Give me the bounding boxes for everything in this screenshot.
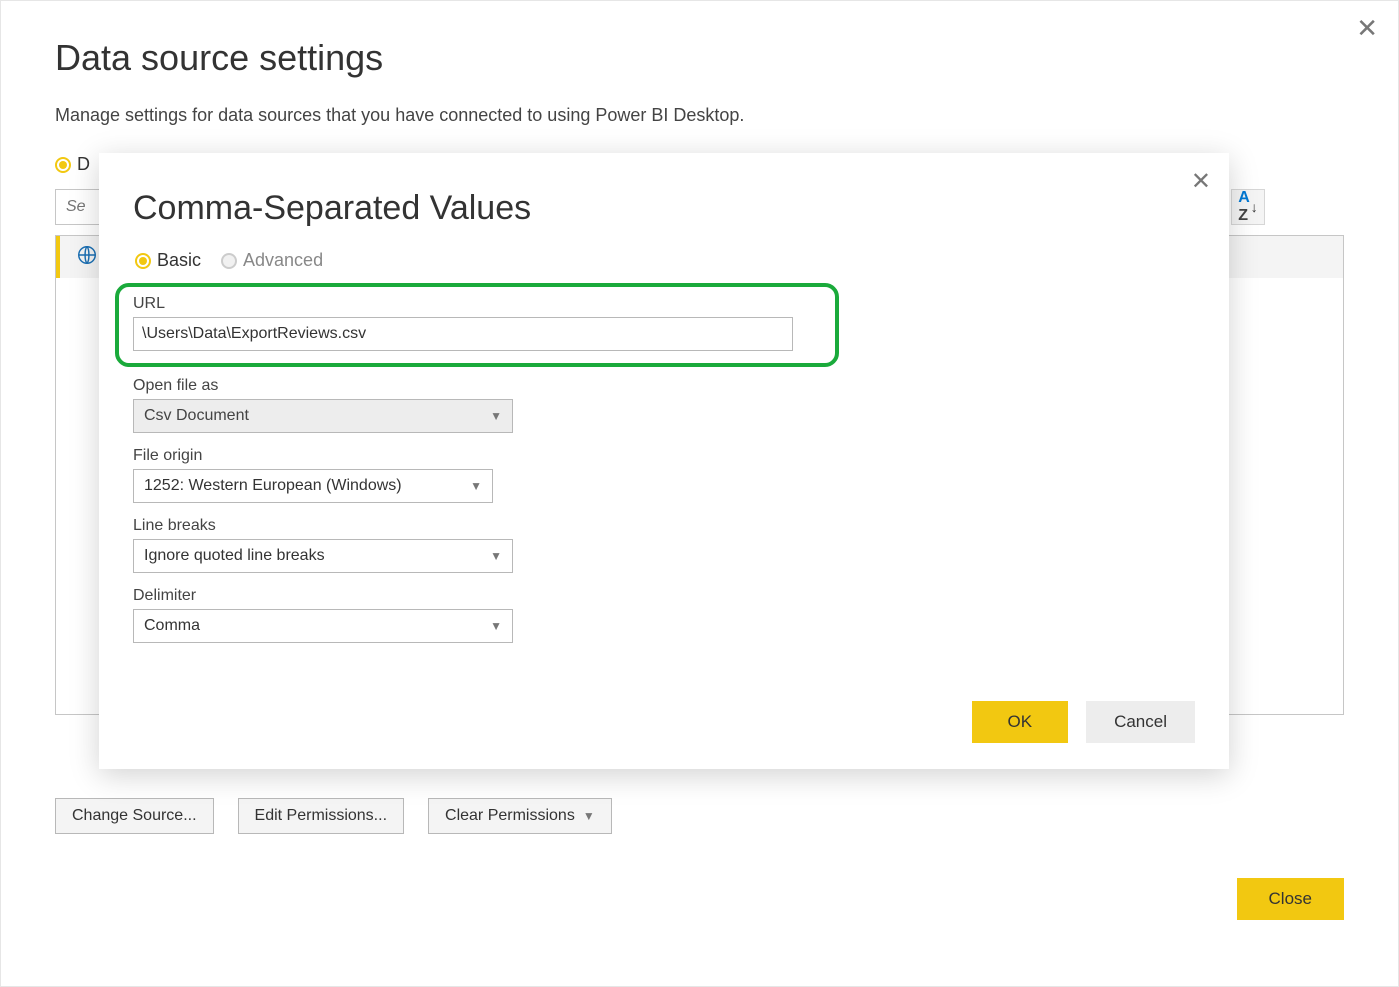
sort-az-icon: AZ bbox=[1238, 189, 1250, 225]
delimiter-select[interactable]: Comma ▼ bbox=[133, 609, 513, 643]
edit-permissions-button[interactable]: Edit Permissions... bbox=[238, 798, 404, 834]
button-label: Change Source... bbox=[72, 807, 197, 825]
field-delimiter: Delimiter Comma ▼ bbox=[133, 587, 1195, 643]
button-label: OK bbox=[1008, 712, 1033, 731]
radio-icon bbox=[135, 253, 151, 269]
data-source-settings-dialog: ✕ Data source settings Manage settings f… bbox=[0, 0, 1399, 987]
radio-label: Basic bbox=[157, 250, 201, 271]
mode-radio-group: Basic Advanced bbox=[135, 250, 1195, 271]
button-label: Close bbox=[1269, 889, 1312, 908]
field-label: Delimiter bbox=[133, 587, 1195, 605]
close-icon[interactable]: ✕ bbox=[1191, 167, 1211, 196]
chevron-down-icon: ▼ bbox=[583, 809, 595, 823]
scope-radio-current[interactable]: D bbox=[55, 154, 90, 175]
field-line-breaks: Line breaks Ignore quoted line breaks ▼ bbox=[133, 517, 1195, 573]
footer: Close bbox=[1237, 878, 1344, 920]
button-label: Clear Permissions bbox=[445, 807, 575, 825]
button-label: Edit Permissions... bbox=[255, 807, 387, 825]
field-label: Line breaks bbox=[133, 517, 1195, 535]
change-source-button[interactable]: Change Source... bbox=[55, 798, 214, 834]
field-label: Open file as bbox=[133, 377, 1195, 395]
radio-label: Advanced bbox=[243, 250, 323, 271]
select-value: Ignore quoted line breaks bbox=[144, 547, 325, 565]
close-button[interactable]: Close bbox=[1237, 878, 1344, 920]
page-title: Data source settings bbox=[55, 37, 1344, 79]
modal-title: Comma-Separated Values bbox=[133, 189, 1195, 228]
select-value: 1252: Western European (Windows) bbox=[144, 477, 402, 495]
chevron-down-icon: ▼ bbox=[490, 619, 502, 633]
ok-button[interactable]: OK bbox=[972, 701, 1069, 743]
modal-footer: OK Cancel bbox=[133, 701, 1195, 743]
line-breaks-select[interactable]: Ignore quoted line breaks ▼ bbox=[133, 539, 513, 573]
radio-icon bbox=[55, 157, 71, 173]
globe-icon bbox=[76, 244, 98, 271]
field-open-file-as: Open file as Csv Document ▼ bbox=[133, 377, 1195, 433]
file-origin-select[interactable]: 1252: Western European (Windows) ▼ bbox=[133, 469, 493, 503]
radio-icon bbox=[221, 253, 237, 269]
url-field[interactable] bbox=[133, 317, 793, 351]
clear-permissions-button[interactable]: Clear Permissions ▼ bbox=[428, 798, 612, 834]
mode-radio-basic[interactable]: Basic bbox=[135, 250, 201, 271]
button-label: Cancel bbox=[1114, 712, 1167, 731]
field-file-origin: File origin 1252: Western European (Wind… bbox=[133, 447, 1195, 503]
chevron-down-icon: ▼ bbox=[490, 549, 502, 563]
mode-radio-advanced[interactable]: Advanced bbox=[221, 250, 323, 271]
field-label: URL bbox=[133, 295, 821, 313]
scope-radio-label: D bbox=[77, 154, 90, 175]
bottom-button-bar: Change Source... Edit Permissions... Cle… bbox=[55, 798, 612, 834]
select-value: Csv Document bbox=[144, 407, 249, 425]
chevron-down-icon: ▼ bbox=[470, 479, 482, 493]
csv-settings-dialog: ✕ Comma-Separated Values Basic Advanced … bbox=[99, 153, 1229, 769]
sort-button[interactable]: AZ↓ bbox=[1231, 189, 1265, 225]
close-icon[interactable]: ✕ bbox=[1356, 15, 1378, 41]
down-arrow-icon: ↓ bbox=[1251, 199, 1258, 215]
chevron-down-icon: ▼ bbox=[490, 409, 502, 423]
open-file-as-select[interactable]: Csv Document ▼ bbox=[133, 399, 513, 433]
field-label: File origin bbox=[133, 447, 1195, 465]
select-value: Comma bbox=[144, 617, 200, 635]
page-subtitle: Manage settings for data sources that yo… bbox=[55, 105, 1344, 126]
cancel-button[interactable]: Cancel bbox=[1086, 701, 1195, 743]
url-highlight-box: URL bbox=[115, 283, 839, 367]
